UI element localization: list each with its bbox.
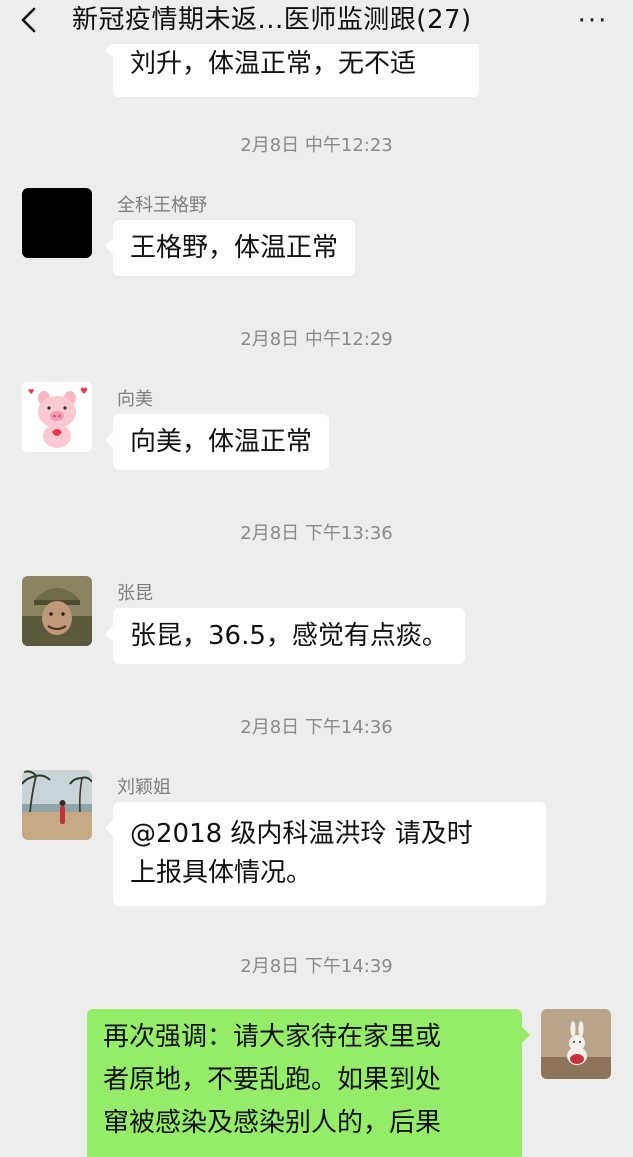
message-text: 张昆，36.5，感觉有点痰。 (130, 621, 448, 651)
svg-text:♥: ♥ (80, 387, 88, 397)
message-text-line: 窜被感染及感染别人的，后果 (103, 1108, 442, 1138)
sender-name: 向美 (117, 389, 153, 410)
soldier-photo-icon (22, 576, 92, 646)
bunny-photo-icon (541, 1009, 611, 1079)
message-text-line: 再次强调：请大家待在家里或 (103, 1022, 442, 1052)
more-dots-icon: ··· (577, 6, 609, 36)
message-text: 王格野，体温正常 (130, 233, 339, 263)
my-message-bubble[interactable]: 再次强调：请大家待在家里或 者原地，不要乱跑。如果到处 窜被感染及感染别人的，后… (87, 1009, 530, 1157)
beach-photo-icon (22, 770, 92, 840)
timestamp: 2月8日 下午14:36 (240, 717, 393, 738)
timestamp: 2月8日 下午14:39 (240, 956, 393, 977)
message-text-line: 者原地，不要乱跑。如果到处 (103, 1065, 442, 1095)
message-bubble[interactable]: @2018 级内科温洪玲 请及时 上报具体情况。 (105, 802, 546, 906)
pig-icon: ♥ ♥ (22, 382, 92, 452)
bunny-photo-avatar[interactable] (541, 1009, 611, 1079)
message-list[interactable]: 刘升，体温正常，无不适 2月8日 中午12:23 全科王格野 王格野，体温正常 … (0, 44, 633, 1157)
message-bubble[interactable]: 张昆，36.5，感觉有点痰。 (105, 608, 465, 664)
sender-name: 刘颖姐 (117, 777, 171, 798)
timestamp: 2月8日 中午12:23 (240, 135, 393, 156)
more-button[interactable]: ··· (573, 6, 613, 36)
message-bubble[interactable]: 向美，体温正常 (104, 414, 330, 470)
message-text: 刘升，体温正常，无不适 (130, 49, 417, 79)
timestamp: 2月8日 中午12:29 (240, 329, 393, 350)
message-bubble[interactable]: 刘升，体温正常，无不适 (105, 44, 479, 97)
back-button[interactable] (18, 6, 54, 38)
chat-title: 新冠疫情期未返...医师监测跟(27) (72, 5, 472, 35)
black-square-avatar[interactable] (22, 188, 92, 258)
beach-photo-avatar[interactable] (22, 770, 92, 840)
message-bubble[interactable]: 王格野，体温正常 (104, 220, 356, 276)
soldier-photo-avatar[interactable] (22, 576, 92, 646)
message-text-line: 上报具体情况。 (130, 858, 313, 888)
svg-text:♥: ♥ (28, 388, 34, 396)
chat-header: 新冠疫情期未返...医师监测跟(27) ··· (0, 0, 633, 44)
sender-name: 张昆 (117, 583, 153, 604)
message-text: 向美，体温正常 (130, 427, 313, 457)
chevron-left-icon (21, 7, 36, 33)
sender-name: 全科王格野 (117, 195, 207, 216)
timestamp: 2月8日 下午13:36 (240, 523, 393, 544)
message-text-line: @2018 级内科温洪玲 请及时 (130, 819, 473, 849)
pig-cartoon-avatar[interactable]: ♥ ♥ (22, 382, 92, 452)
